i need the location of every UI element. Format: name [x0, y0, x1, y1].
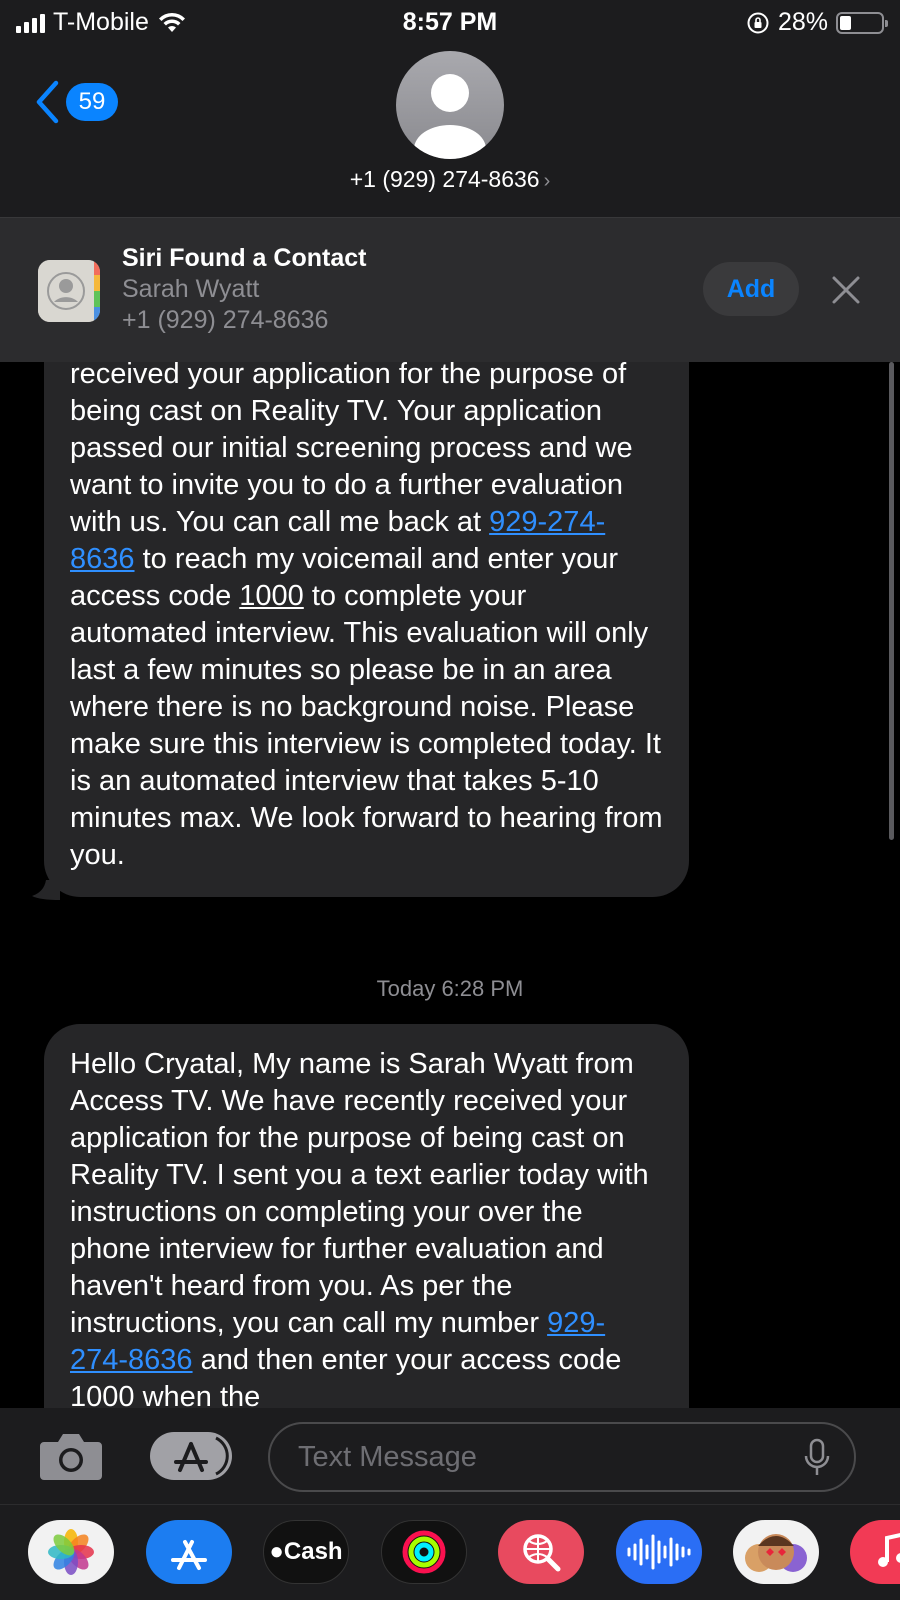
close-icon[interactable]	[826, 270, 866, 310]
app-store-icon	[171, 1540, 207, 1570]
message-input[interactable]	[268, 1422, 856, 1492]
siri-suggestion-banner: Siri Found a Contact Sarah Wyatt +1 (929…	[0, 218, 900, 362]
message-list[interactable]: received your application for the purpos…	[0, 362, 900, 1408]
suggested-contact-name: Sarah Wyatt	[122, 275, 260, 303]
contacts-card-icon	[38, 260, 100, 322]
received-message-bubble[interactable]: received your application for the purpos…	[44, 362, 689, 897]
conversation-header: 59 +1 (929) 274-8636 ›	[0, 46, 900, 218]
access-code-link[interactable]: 1000	[239, 580, 304, 612]
photos-icon	[48, 1529, 94, 1575]
globe-search-icon	[523, 1534, 561, 1572]
suggested-contact-phone: +1 (929) 274-8636	[122, 306, 329, 334]
imessage-app-drawer: ● Cash	[0, 1504, 900, 1600]
compose-bar	[0, 1408, 900, 1504]
siri-title: Siri Found a Contact	[122, 244, 367, 272]
app-store-app[interactable]	[146, 1520, 232, 1584]
access-code-link[interactable]: 1000	[70, 1381, 135, 1408]
chevron-right-icon: ›	[543, 170, 551, 192]
received-message-bubble[interactable]: Hello Cryatal, My name is Sarah Wyatt fr…	[44, 1024, 689, 1408]
cash-label: Cash	[283, 1538, 343, 1565]
voice-memo-app[interactable]	[616, 1520, 702, 1584]
message-timestamp: Today 6:28 PM	[376, 976, 524, 1001]
microphone-icon[interactable]	[802, 1438, 832, 1478]
camera-icon[interactable]	[38, 1430, 104, 1482]
back-button[interactable]: 59	[34, 80, 118, 124]
status-right: 28%	[746, 8, 888, 37]
contact-avatar[interactable]	[396, 51, 504, 159]
chevron-left-icon	[36, 80, 59, 124]
music-app[interactable]	[850, 1520, 900, 1584]
apple-logo-icon: ●	[269, 1538, 284, 1565]
person-icon	[414, 74, 486, 159]
bubble-tail	[32, 880, 60, 900]
contact-title[interactable]: +1 (929) 274-8636 ›	[0, 166, 900, 193]
apple-cash-app[interactable]: ● Cash	[263, 1520, 349, 1584]
status-bar: T-Mobile 8:57 PM 28%	[0, 0, 900, 46]
battery-level	[840, 15, 851, 30]
music-note-icon	[878, 1533, 900, 1567]
scrollbar[interactable]	[889, 362, 894, 840]
battery-icon	[836, 11, 888, 34]
photos-app[interactable]	[28, 1520, 114, 1584]
contact-number: +1 (929) 274-8636	[349, 166, 540, 192]
unread-count-badge: 59	[66, 83, 118, 121]
app-store-icon	[174, 1436, 229, 1476]
waveform-icon	[627, 1534, 691, 1570]
message-text: received your application for the purpos…	[70, 362, 663, 871]
memoji-app[interactable]	[733, 1520, 819, 1584]
activity-app[interactable]	[381, 1520, 467, 1584]
app-store-drawer-button[interactable]	[150, 1432, 232, 1480]
activity-rings-icon	[402, 1530, 446, 1574]
web-search-app[interactable]	[498, 1520, 584, 1584]
memoji-icon	[745, 1534, 807, 1572]
battery-percent: 28%	[777, 8, 828, 36]
add-contact-button[interactable]: Add	[703, 262, 799, 316]
message-text: Hello Cryatal, My name is Sarah Wyatt fr…	[70, 1046, 663, 1408]
orientation-lock-icon	[747, 12, 769, 33]
